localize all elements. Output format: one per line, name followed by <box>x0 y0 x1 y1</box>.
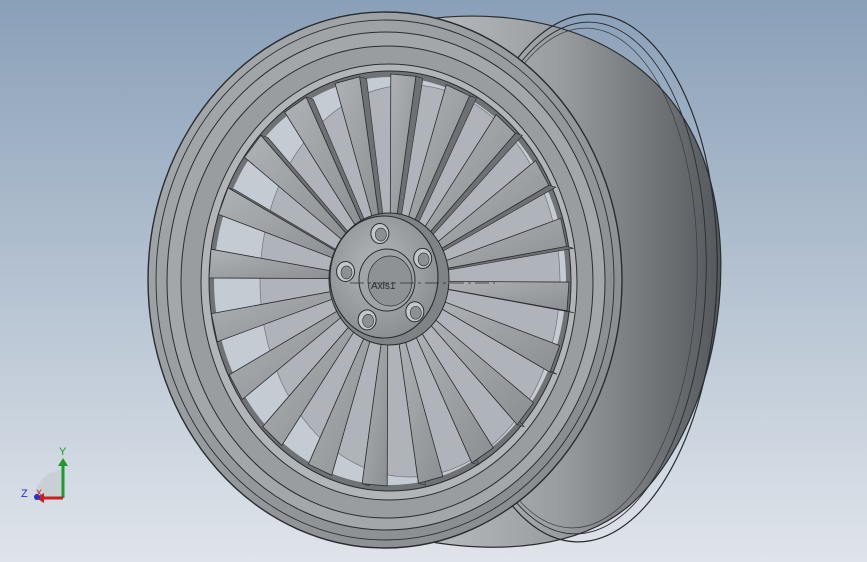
triad-z-label: Z <box>21 488 28 500</box>
bolt-hole-inner <box>362 314 374 328</box>
triad-x-label: X <box>36 488 42 498</box>
wheel-model[interactable]: Axis1 <box>0 0 867 562</box>
bolt-hole-inner <box>409 305 422 320</box>
triad-y-label: Y <box>59 446 67 458</box>
reference-triad[interactable]: Y Z X <box>14 440 78 510</box>
y-axis-arrow <box>58 458 68 466</box>
axis-label: Axis1 <box>371 281 396 292</box>
bolt-hole-inner <box>340 265 353 280</box>
bolt-hole-inner <box>375 227 387 242</box>
graphics-viewport[interactable]: Axis1 Y Z X <box>0 0 867 562</box>
bolt-hole-inner <box>417 252 430 267</box>
